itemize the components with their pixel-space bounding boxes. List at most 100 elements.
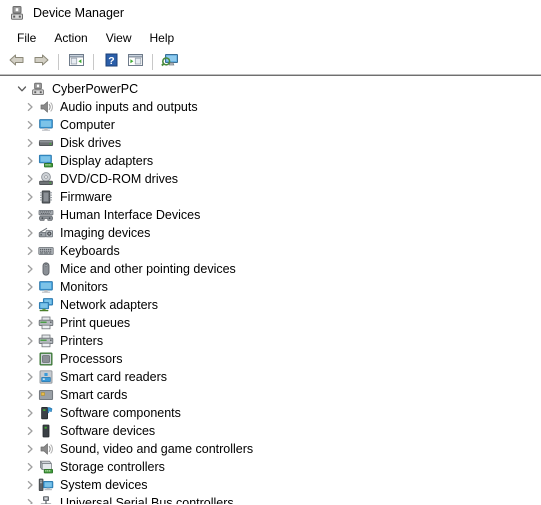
monitor-icon (38, 279, 54, 295)
tree-item-processors[interactable]: Processors (0, 350, 541, 368)
tree-item-label: Display adapters (60, 154, 154, 168)
menu-item-action[interactable]: Action (45, 28, 96, 48)
chevron-right-icon[interactable] (22, 225, 38, 241)
tree-item-label: Human Interface Devices (60, 208, 201, 222)
tree-item-print-queues[interactable]: Print queues (0, 314, 541, 332)
console-tree-icon (68, 52, 85, 73)
menu-item-help[interactable]: Help (141, 28, 184, 48)
chevron-right-icon[interactable] (22, 243, 38, 259)
keyboard-icon (38, 243, 54, 259)
chevron-right-icon[interactable] (22, 405, 38, 421)
tree-item-label: Audio inputs and outputs (60, 100, 198, 114)
speaker-icon (38, 441, 54, 457)
menu-item-view[interactable]: View (97, 28, 141, 48)
help-button[interactable]: ? (99, 51, 123, 73)
forward-button[interactable] (29, 51, 53, 73)
chevron-right-icon[interactable] (22, 135, 38, 151)
properties-window-icon (127, 52, 144, 73)
tree-item-keyboards[interactable]: Keyboards (0, 242, 541, 260)
back-button[interactable] (5, 51, 29, 73)
tree-item-label: Universal Serial Bus controllers (60, 496, 234, 504)
tree-item-disk-drives[interactable]: Disk drives (0, 134, 541, 152)
properties-button[interactable] (123, 51, 147, 73)
mouse-icon (38, 261, 54, 277)
printer-icon (38, 333, 54, 349)
chevron-right-icon[interactable] (22, 441, 38, 457)
toolbar-separator-3 (152, 54, 153, 70)
menu-item-file[interactable]: File (8, 28, 45, 48)
tree-item-universal-serial-bus-controllers[interactable]: Universal Serial Bus controllers (0, 494, 541, 504)
tree-item-label: Smart cards (60, 388, 128, 402)
toolbar-separator-1 (58, 54, 59, 70)
tree-item-human-interface-devices[interactable]: Human Interface Devices (0, 206, 541, 224)
tree-item-network-adapters[interactable]: Network adapters (0, 296, 541, 314)
chevron-right-icon[interactable] (22, 477, 38, 493)
svg-text:?: ? (108, 55, 114, 67)
tree-item-label: Computer (60, 118, 115, 132)
toolbar-separator-2 (93, 54, 94, 70)
software-component-icon (38, 405, 54, 421)
tree-item-software-devices[interactable]: Software devices (0, 422, 541, 440)
chevron-right-icon[interactable] (22, 387, 38, 403)
tree-item-firmware[interactable]: Firmware (0, 188, 541, 206)
tree-item-label: Imaging devices (60, 226, 151, 240)
tree-item-mice-and-other-pointing-devices[interactable]: Mice and other pointing devices (0, 260, 541, 278)
tree-item-computer[interactable]: Computer (0, 116, 541, 134)
tree-item-label: DVD/CD-ROM drives (60, 172, 179, 186)
tree-item-display-adapters[interactable]: Display adapters (0, 152, 541, 170)
chevron-right-icon[interactable] (22, 351, 38, 367)
chevron-right-icon[interactable] (22, 207, 38, 223)
menu-bar: File Action View Help (0, 26, 541, 50)
chevron-right-icon[interactable] (22, 495, 38, 504)
tree-item-system-devices[interactable]: System devices (0, 476, 541, 494)
smart-card-reader-icon (38, 369, 54, 385)
tree-item-monitors[interactable]: Monitors (0, 278, 541, 296)
tree-item-audio-inputs-and-outputs[interactable]: Audio inputs and outputs (0, 98, 541, 116)
chevron-right-icon[interactable] (22, 117, 38, 133)
smart-card-icon (38, 387, 54, 403)
window-title: Device Manager (33, 5, 125, 20)
tree-item-imaging-devices[interactable]: Imaging devices (0, 224, 541, 242)
show-hide-console-tree-button[interactable] (64, 51, 88, 73)
tree-item-label: Smart card readers (60, 370, 167, 384)
chevron-right-icon[interactable] (22, 315, 38, 331)
chevron-right-icon[interactable] (22, 333, 38, 349)
tree-item-label: System devices (60, 478, 148, 492)
title-bar: Device Manager (0, 0, 541, 26)
chevron-right-icon[interactable] (22, 153, 38, 169)
optical-drive-icon (38, 171, 54, 187)
tree-item-label: Storage controllers (60, 460, 165, 474)
tree-item-label: Keyboards (60, 244, 120, 258)
chevron-right-icon[interactable] (22, 423, 38, 439)
tree-item-sound-video-and-game-controllers[interactable]: Sound, video and game controllers (0, 440, 541, 458)
tree-item-printers[interactable]: Printers (0, 332, 541, 350)
imaging-device-icon (38, 225, 54, 241)
tree-item-label: Mice and other pointing devices (60, 262, 236, 276)
tree-item-storage-controllers[interactable]: Storage controllers (0, 458, 541, 476)
chevron-right-icon[interactable] (22, 369, 38, 385)
usb-controller-icon (38, 495, 54, 504)
speaker-icon (38, 99, 54, 115)
chevron-right-icon[interactable] (22, 279, 38, 295)
chevron-right-icon[interactable] (22, 459, 38, 475)
chevron-right-icon[interactable] (22, 171, 38, 187)
hid-keyboard-icon (38, 207, 54, 223)
tree-item-dvd-cd-rom-drives[interactable]: DVD/CD-ROM drives (0, 170, 541, 188)
chevron-right-icon[interactable] (22, 297, 38, 313)
back-arrow-icon (8, 52, 26, 73)
chevron-right-icon[interactable] (22, 261, 38, 277)
chevron-down-icon[interactable] (14, 81, 30, 97)
software-device-icon (38, 423, 54, 439)
device-tree-pane[interactable]: CyberPowerPC Audio inputs and outputs Co… (0, 76, 541, 504)
tree-item-software-components[interactable]: Software components (0, 404, 541, 422)
disk-drive-icon (38, 135, 54, 151)
chevron-right-icon[interactable] (22, 189, 38, 205)
tree-item-label: Print queues (60, 316, 131, 330)
tree-item-smart-cards[interactable]: Smart cards (0, 386, 541, 404)
tree-item-label: Firmware (60, 190, 113, 204)
tree-item-smart-card-readers[interactable]: Smart card readers (0, 368, 541, 386)
tree-item-label: Processors (60, 352, 123, 366)
tree-root-node[interactable]: CyberPowerPC (0, 80, 541, 98)
chevron-right-icon[interactable] (22, 99, 38, 115)
scan-for-hardware-changes-button[interactable] (158, 51, 182, 73)
